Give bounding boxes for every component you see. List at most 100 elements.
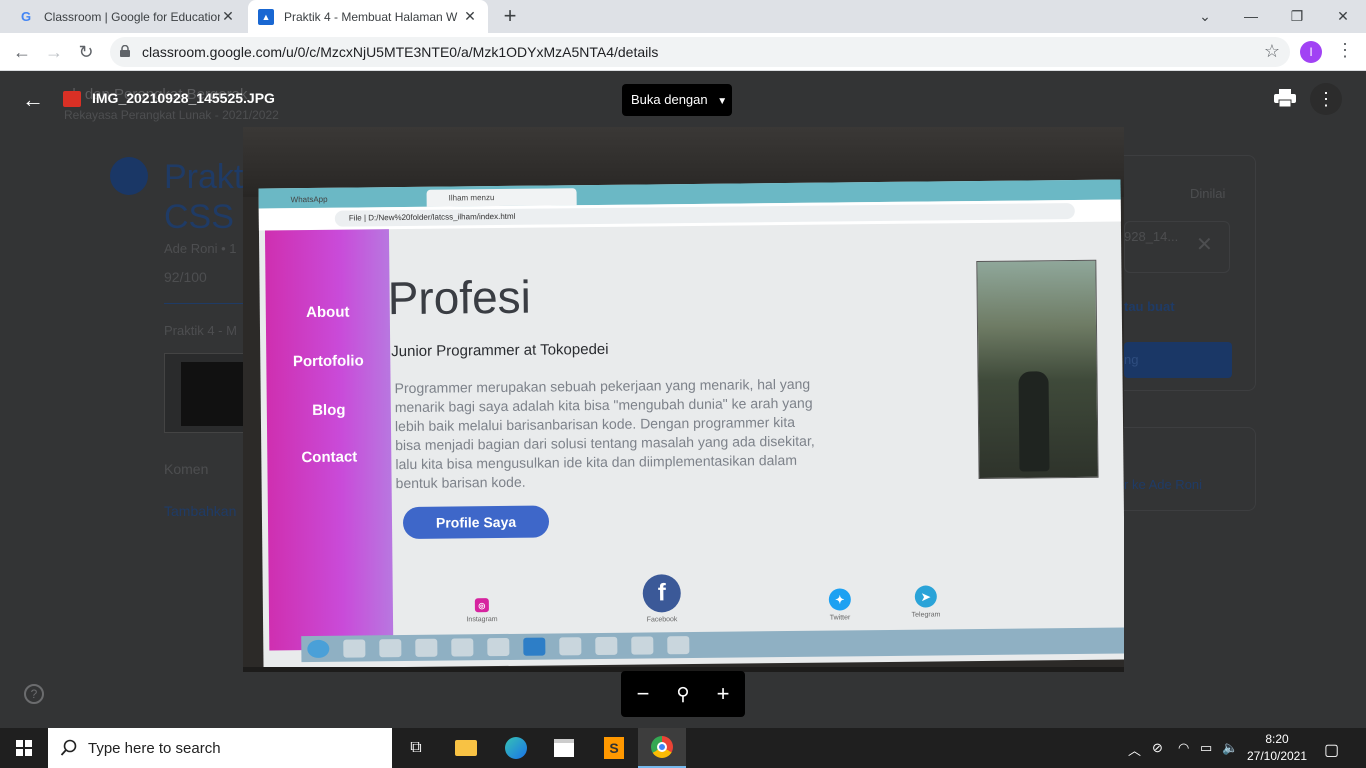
assignment-description: Praktik 4 - M [164, 323, 237, 338]
photo-url: File | D:/New%20folder/latcss_ilham/inde… [334, 202, 1075, 227]
back-button[interactable]: ← [10, 40, 34, 64]
zoom-reset-icon[interactable]: ⚲ [663, 671, 703, 717]
tab-title: Praktik 4 - Membuat Halaman W [284, 9, 458, 24]
photo-tab-ilham: Ilham menzu [426, 188, 577, 207]
file-explorer-icon[interactable] [442, 728, 490, 768]
submit-button: ng [1124, 342, 1232, 378]
edge-icon[interactable] [492, 728, 540, 768]
tab-title: Classroom | Google for Education [44, 9, 220, 24]
zoom-controls: − ⚲ + [621, 671, 745, 717]
classroom-icon: ▲ [258, 8, 274, 25]
image-file-icon [63, 91, 81, 107]
minimize-button[interactable]: — [1228, 0, 1274, 33]
viewer-top-bar: ← IMG_20210928_145525.JPG Buka dengan ▼ … [0, 71, 1366, 127]
assignment-meta: Ade Roni • 1 [164, 241, 237, 256]
attachment-thumbnail [164, 353, 245, 433]
laptop-screen: WhatsApp Ilham menzu File | D:/New%20fol… [258, 179, 1124, 669]
profile-avatar[interactable]: I [1300, 41, 1322, 63]
wifi-icon[interactable]: ◠ [1178, 740, 1189, 756]
tab-classroom[interactable]: G Classroom | Google for Education ✕ [8, 0, 246, 33]
zoom-out-button[interactable]: − [623, 671, 663, 717]
twitter-icon: ✦ [828, 588, 851, 611]
create-label: tau buat [1124, 299, 1175, 314]
portrait-photo [976, 259, 1099, 480]
bookmark-star-icon[interactable]: ☆ [1264, 41, 1280, 62]
open-with-button[interactable]: Buka dengan ▼ [622, 84, 732, 116]
social-label: Telegram [911, 611, 941, 619]
browser-toolbar: ← → ↻ classroom.google.com/u/0/c/MzcxNjU… [0, 33, 1366, 71]
photo-taskbar [301, 627, 1124, 663]
telegram-icon: ➤ [914, 585, 937, 608]
chrome-menu-icon[interactable]: ⋮ [1336, 40, 1354, 61]
facebook-icon: f [642, 574, 681, 613]
tab-strip: G Classroom | Google for Education ✕ ▲ P… [0, 0, 1366, 33]
viewer-filename: IMG_20210928_145525.JPG [92, 90, 275, 106]
tab-search-icon[interactable]: ⌄ [1182, 0, 1228, 33]
taskbar-search[interactable]: Type here to search [48, 728, 392, 768]
nav-blog: Blog [312, 401, 346, 419]
restore-button[interactable]: ❐ [1274, 0, 1320, 33]
tray-chevron-icon[interactable]: ︿ [1128, 740, 1141, 759]
tab-close-icon[interactable]: ✕ [220, 8, 236, 25]
instagram-icon: ◎ [474, 598, 489, 613]
notifications-icon[interactable]: ▢ [1324, 740, 1339, 760]
sublime-text-icon[interactable]: S [590, 728, 638, 768]
photo-page-title: Profesi [387, 270, 532, 325]
lock-icon [120, 45, 130, 57]
task-view-icon[interactable]: ⧉ [392, 728, 440, 768]
add-comment-link: Tambahkan [164, 503, 237, 519]
viewer-back-icon[interactable]: ← [22, 87, 44, 113]
photo-tab-whatsapp: WhatsApp [290, 194, 328, 205]
social-label: Twitter [829, 614, 851, 622]
windows-start-icon[interactable] [0, 728, 48, 768]
social-instagram: ◎ Instagram [457, 598, 507, 624]
submitted-file-name: 928_14... [1124, 229, 1179, 244]
nav-contact: Contact [301, 448, 358, 467]
address-bar[interactable]: classroom.google.com/u/0/c/MzcxNjU5MTE3N… [110, 37, 1290, 67]
clock-date: 27/10/2021 [1246, 749, 1308, 763]
assignment-title: Prakti CSS [164, 158, 251, 236]
tab-close-icon[interactable]: ✕ [462, 8, 478, 25]
remove-file-icon: ✕ [1196, 234, 1213, 256]
assignment-icon [110, 157, 148, 195]
print-icon[interactable] [1274, 89, 1296, 107]
google-g-icon: G [20, 9, 32, 24]
social-label: Facebook [646, 616, 678, 624]
social-facebook: f Facebook [637, 574, 688, 624]
page-area: eb dan Perangkat Bergerak Rekayasa Peran… [0, 71, 1366, 728]
social-telegram: ➤ Telegram [901, 585, 951, 619]
reload-button[interactable]: ↻ [74, 40, 98, 64]
close-window-button[interactable]: ✕ [1320, 0, 1366, 33]
zoom-in-button[interactable]: + [703, 671, 743, 717]
new-tab-button[interactable]: + [498, 4, 522, 28]
photo-page-description: Programmer merupakan sebuah pekerjaan ya… [394, 375, 815, 492]
volume-icon[interactable]: 🔈 [1222, 740, 1238, 756]
search-icon [60, 739, 77, 756]
tab-praktik[interactable]: ▲ Praktik 4 - Membuat Halaman W ✕ [248, 0, 488, 33]
viewer-more-icon[interactable]: ⋮ [1310, 83, 1342, 115]
private-comment-link: r ke Ade Roni [1124, 477, 1203, 492]
open-with-label: Buka dengan [631, 92, 708, 107]
help-icon[interactable]: ? [24, 684, 44, 704]
divider [164, 303, 244, 304]
url-text: classroom.google.com/u/0/c/MzcxNjU5MTE3N… [142, 44, 659, 60]
caret-down-icon: ▼ [717, 96, 728, 107]
taskbar-clock[interactable]: 8:20 27/10/2021 [1246, 731, 1308, 765]
assignment-score: 92/100 [164, 269, 207, 285]
comments-label: Komen [164, 461, 209, 477]
nav-portofolio: Portofolio [292, 352, 364, 371]
battery-icon[interactable]: ▭ [1200, 740, 1212, 756]
private-comments-card [1110, 427, 1256, 511]
photo-sidebar: About Portofolio Blog Contact [264, 229, 394, 651]
network-off-icon[interactable]: ⊘ [1152, 740, 1163, 756]
social-label: Instagram [466, 616, 498, 624]
store-icon[interactable] [540, 728, 588, 768]
clock-time: 8:20 [1265, 732, 1289, 746]
profile-saya-button: Profile Saya [402, 505, 550, 540]
photo-page-subtitle: Junior Programmer at Tokopedei [391, 340, 609, 361]
chrome-icon[interactable] [638, 728, 686, 768]
graded-status: Dinilai [1190, 186, 1226, 201]
forward-button[interactable]: → [42, 40, 66, 64]
search-placeholder: Type here to search [88, 740, 221, 757]
social-twitter: ✦ Twitter [815, 588, 865, 622]
